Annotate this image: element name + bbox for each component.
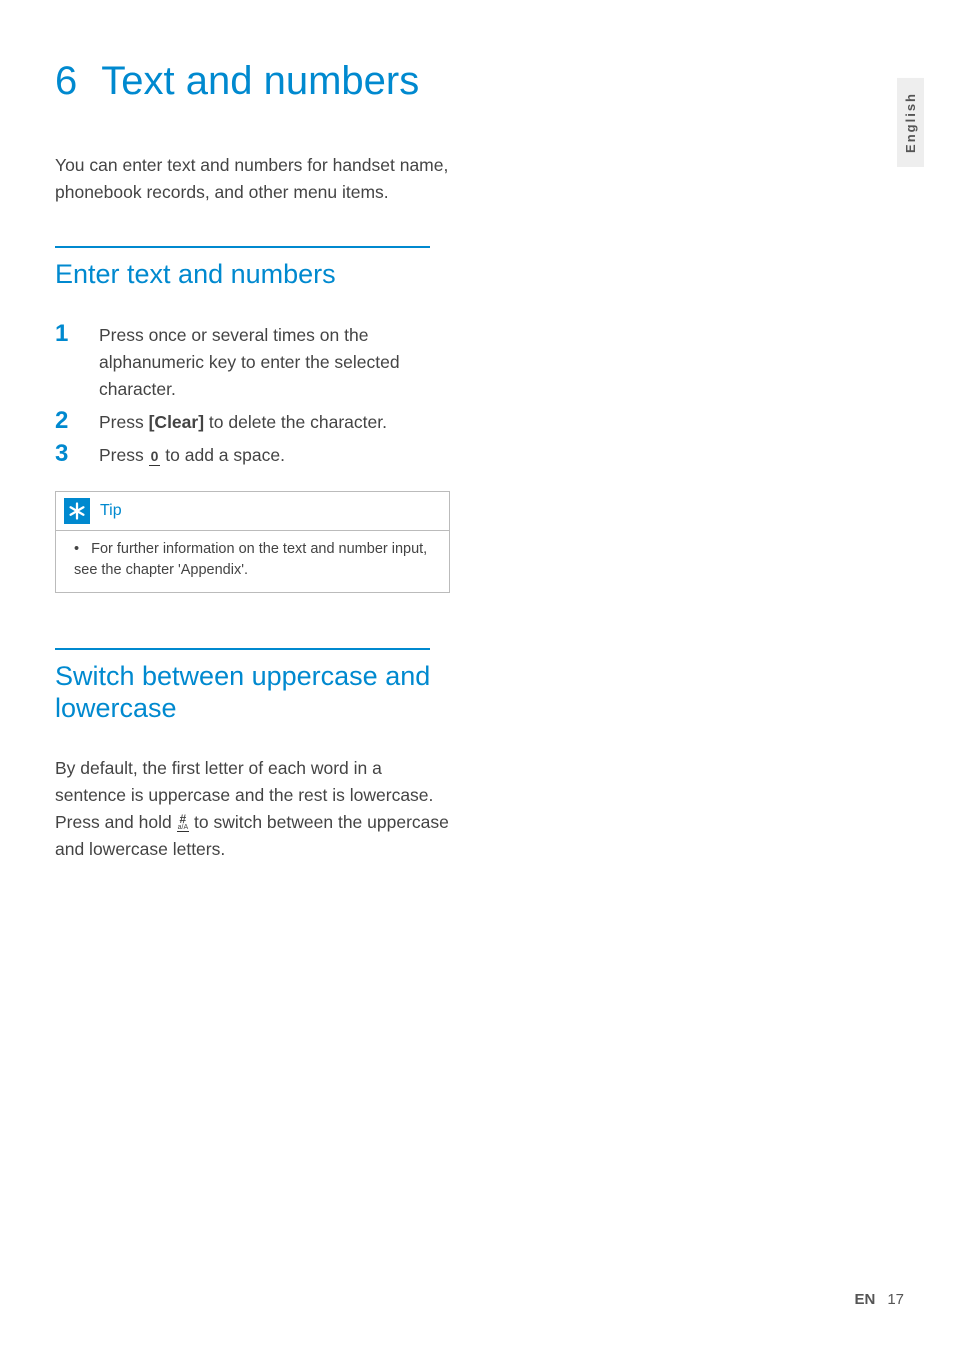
manual-page: English 6 Text and numbers You can enter… — [0, 0, 954, 1350]
step-number: 3 — [55, 441, 99, 466]
tip-box: Tip • For further information on the tex… — [55, 491, 450, 593]
step-text: Press once or several times on the alpha… — [99, 321, 460, 403]
section-title-enter-text: Enter text and numbers — [55, 258, 460, 290]
tip-body: • For further information on the text an… — [56, 531, 449, 592]
step-1: 1 Press once or several times on the alp… — [55, 321, 460, 403]
chapter-number: 6 — [55, 58, 77, 104]
tip-text: For further information on the text and … — [74, 541, 427, 577]
language-tab: English — [897, 78, 924, 167]
step-number: 1 — [55, 321, 99, 346]
clear-key-label: [Clear] — [149, 412, 204, 432]
step-3: 3 Press 0 to add a space. — [55, 441, 460, 469]
tip-header: Tip — [56, 492, 449, 528]
chapter-title: 6 Text and numbers — [55, 58, 460, 104]
step-2: 2 Press [Clear] to delete the character. — [55, 408, 460, 436]
switch-case-paragraph: By default, the first letter of each wor… — [55, 755, 455, 864]
section-title-switch-case: Switch between uppercase and lowercase — [55, 660, 460, 725]
hash-key-icon: #a/A — [177, 814, 190, 832]
step-list: 1 Press once or several times on the alp… — [55, 321, 460, 470]
step-text-a: Press — [99, 412, 149, 432]
footer-page-number: 17 — [887, 1291, 904, 1308]
tip-label: Tip — [100, 502, 122, 520]
step-number: 2 — [55, 408, 99, 433]
footer-lang: EN — [854, 1291, 875, 1308]
step-text: Press 0 to add a space. — [99, 441, 285, 469]
step-text-a: Press — [99, 445, 149, 465]
zero-key-icon: 0 — [149, 447, 161, 466]
content-column: 6 Text and numbers You can enter text an… — [55, 58, 460, 863]
section-divider — [55, 246, 430, 248]
step-text: Press [Clear] to delete the character. — [99, 408, 387, 436]
step-text-b: to add a space. — [160, 445, 285, 465]
chapter-title-text: Text and numbers — [101, 58, 419, 104]
page-footer: EN 17 — [854, 1291, 904, 1308]
asterisk-icon — [64, 498, 90, 524]
step-text-b: to delete the character. — [204, 412, 387, 432]
section-divider — [55, 648, 430, 650]
intro-paragraph: You can enter text and numbers for hands… — [55, 152, 460, 206]
